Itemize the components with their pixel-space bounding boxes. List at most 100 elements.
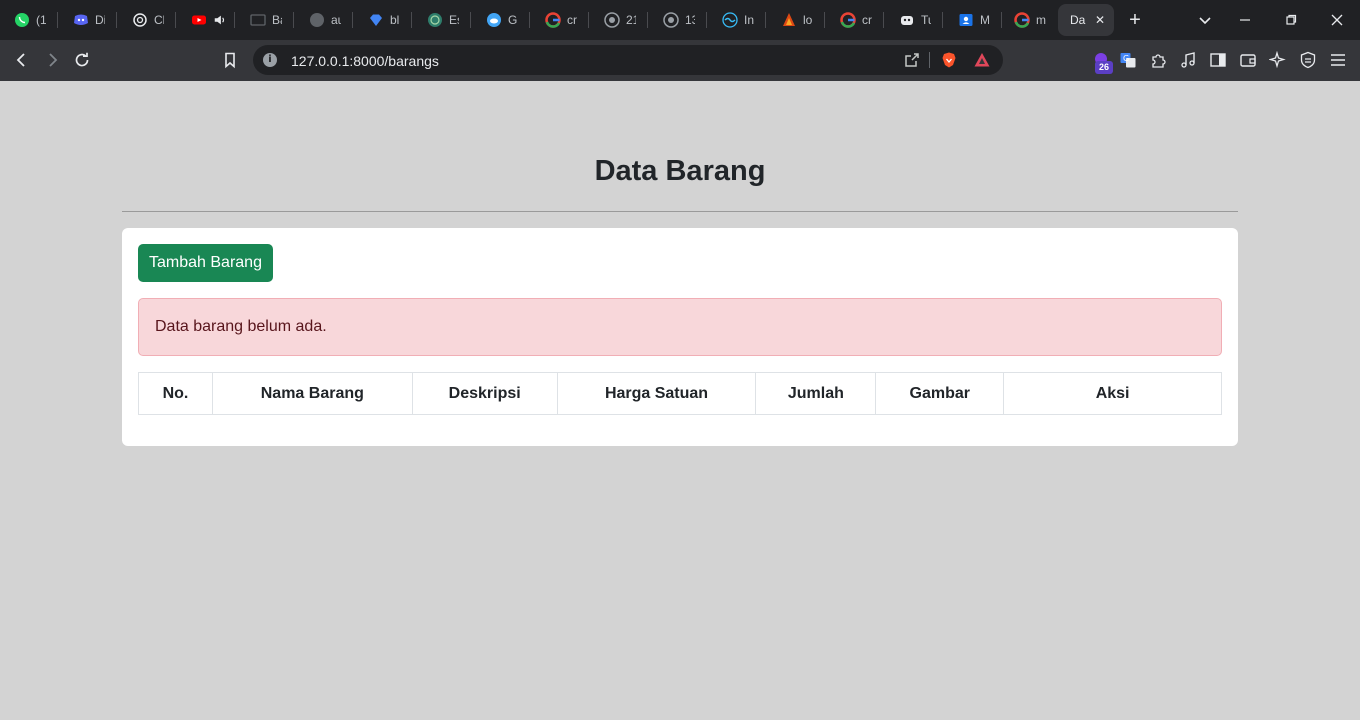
vpn-button[interactable]: [1298, 50, 1318, 70]
hamburger-menu-icon: [1331, 54, 1345, 66]
tab-4[interactable]: [177, 4, 233, 36]
tailwind-icon: [722, 12, 738, 28]
speaker-icon[interactable]: [213, 13, 227, 27]
restore-icon: [1286, 14, 1297, 25]
tab-title: Cl: [154, 13, 164, 27]
triangle-icon: [974, 53, 990, 67]
tab-6[interactable]: au: [295, 4, 351, 36]
badge-icon: [250, 12, 266, 28]
shield-icon: [1300, 51, 1316, 69]
share-icon[interactable]: [903, 51, 921, 69]
column-header-nama-barang: Nama Barang: [211, 372, 413, 415]
tab-title: m: [1036, 13, 1046, 27]
sidebar-icon: [1210, 53, 1226, 67]
brave-rewards-icon[interactable]: [973, 51, 991, 69]
page-title: Data Barang: [594, 155, 766, 187]
tab-separator: [588, 12, 589, 28]
add-item-button[interactable]: Tambah Barang: [138, 244, 273, 282]
tab-separator: [942, 12, 943, 28]
tab-close-icon[interactable]: ✕: [1092, 12, 1108, 28]
google-icon: [545, 12, 561, 28]
tab-separator: [765, 12, 766, 28]
bookmark-button[interactable]: [220, 50, 240, 70]
reload-icon: [75, 52, 89, 67]
leo-ai-button[interactable]: [1268, 50, 1288, 70]
robot-icon: [899, 12, 915, 28]
brave-shields-icon[interactable]: [940, 51, 958, 69]
tab-3[interactable]: Cl: [118, 4, 174, 36]
tab-2[interactable]: Di: [59, 4, 115, 36]
empty-data-alert: Data barang belum ada.: [138, 298, 1222, 356]
tab-17[interactable]: M: [944, 4, 1000, 36]
omnibox-divider: [929, 52, 930, 68]
address-bar[interactable]: i 127.0.0.1:8000/barangs: [253, 45, 1003, 75]
tab-title: Ba: [272, 13, 282, 27]
reload-button[interactable]: [72, 50, 92, 70]
back-button[interactable]: [12, 50, 32, 70]
column-header-gambar: Gambar: [875, 372, 1005, 415]
tab-8[interactable]: Es: [413, 4, 469, 36]
tab-10[interactable]: cr: [531, 4, 587, 36]
google-icon: [840, 12, 856, 28]
tab-separator: [57, 12, 58, 28]
browser-tab-strip: (1 Di Cl Ba au bl Es Gi cr 21 13 In lo cr Tu Mm Da ✕ +: [0, 0, 1360, 40]
menu-button[interactable]: [1328, 50, 1348, 70]
info-icon[interactable]: i: [263, 53, 277, 67]
tab-5[interactable]: Ba: [236, 4, 292, 36]
tab-title: 21: [626, 13, 636, 27]
extensions-button[interactable]: [1148, 50, 1168, 70]
tab-14[interactable]: lo: [767, 4, 823, 36]
translate-icon: G: [1120, 53, 1136, 68]
column-header-jumlah: Jumlah: [755, 372, 877, 415]
sidebar-toggle-button[interactable]: [1208, 50, 1228, 70]
tab-title: bl: [390, 13, 400, 27]
share-icon-svg: [905, 53, 919, 67]
tab-separator: [883, 12, 884, 28]
whatsapp-icon: [14, 12, 30, 28]
tab-title: In: [744, 13, 754, 27]
tab-18[interactable]: m: [1000, 4, 1056, 36]
close-window-button[interactable]: [1327, 10, 1347, 30]
forward-button[interactable]: [42, 50, 62, 70]
tab-title: Di: [95, 13, 105, 27]
tab-separator: [411, 12, 412, 28]
discord-icon: [73, 12, 89, 28]
gem-icon: [368, 12, 384, 28]
tab-separator: [234, 12, 235, 28]
title-divider: [122, 211, 1238, 212]
translate-extension-icon[interactable]: G: [1118, 50, 1138, 70]
tab-12[interactable]: 13: [649, 4, 705, 36]
tab-title: lo: [803, 13, 813, 27]
contacts-icon: [958, 12, 974, 28]
tab-9[interactable]: Gi: [472, 4, 528, 36]
tab-separator: [824, 12, 825, 28]
column-header-aksi: Aksi: [1003, 372, 1222, 415]
tab-7[interactable]: bl: [354, 4, 410, 36]
tab-title: 13: [685, 13, 695, 27]
wallet-icon: [1240, 54, 1256, 67]
column-header-deskripsi: Deskripsi: [411, 372, 558, 415]
tab-search-button[interactable]: [1195, 10, 1215, 30]
close-icon: [1331, 14, 1343, 26]
wallet-button[interactable]: [1238, 50, 1258, 70]
tab-15[interactable]: cr: [826, 4, 882, 36]
table-header-row: No. Nama Barang Deskripsi Harga Satuan J…: [138, 372, 1222, 415]
new-tab-button[interactable]: +: [1125, 9, 1145, 31]
minimize-button[interactable]: [1235, 10, 1255, 30]
tab-active[interactable]: Da ✕: [1058, 4, 1114, 36]
chrome-gray-icon: [604, 12, 620, 28]
tab-title: Es: [449, 13, 459, 27]
tab-11[interactable]: 21: [590, 4, 646, 36]
tab-16[interactable]: Tu: [885, 4, 941, 36]
tab-title: Tu: [921, 13, 931, 27]
tab-1[interactable]: (1: [0, 4, 56, 36]
content-card: Tambah Barang Data barang belum ada. No.…: [122, 228, 1238, 446]
tab-separator: [352, 12, 353, 28]
chrome-gray-icon: [663, 12, 679, 28]
chevron-down-icon: [1199, 17, 1211, 25]
restore-button[interactable]: [1281, 10, 1301, 30]
sparkle-icon: [1269, 51, 1286, 69]
url-text[interactable]: 127.0.0.1:8000/barangs: [291, 53, 439, 69]
media-control-button[interactable]: [1178, 50, 1198, 70]
tab-13[interactable]: In: [708, 4, 764, 36]
